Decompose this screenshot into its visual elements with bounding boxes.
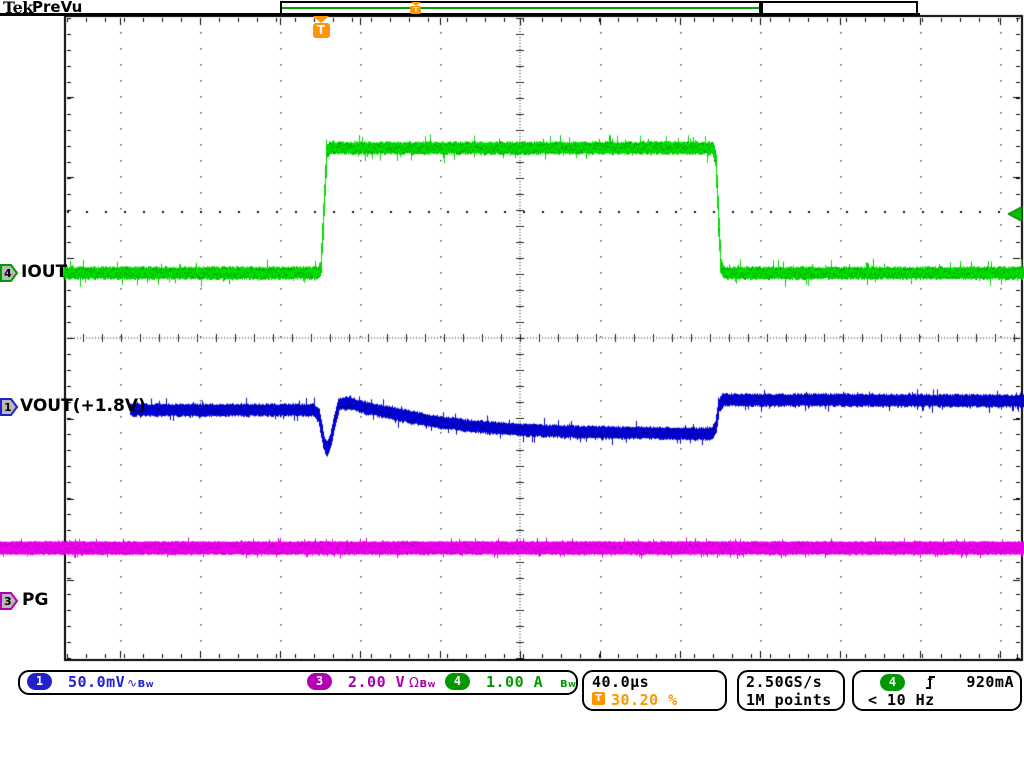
trigger-readout-box[interactable]: 4 920mA < 10 Hz [852,670,1022,711]
channel-1-position-marker-icon[interactable]: 1 [0,398,19,416]
channel-1-badge[interactable]: 1 [27,673,52,690]
trigger-arrow-icon [313,16,329,23]
svg-text:4: 4 [4,267,12,280]
trigger-position-marker-icon[interactable]: T [312,16,330,38]
bandwidth-limit-icon: BW [138,673,154,691]
bandwidth-limit-icon: BW [419,673,435,691]
channel-3-scale: 2.00 V [348,673,405,691]
trigger-source-badge: 4 [880,674,905,691]
waveform-graticule-canvas [0,0,1024,768]
trigger-t-icon: T [313,23,330,38]
channel-4-scale: 1.00 A [486,673,543,691]
trace-label-pg: PG [22,590,48,610]
svg-text:1: 1 [4,401,12,414]
record-trigger-marker-icon[interactable]: T [410,2,422,14]
channel-1-scale: 50.0mV [68,673,125,691]
channel-4-badge[interactable]: 4 [445,673,470,690]
trigger-t-icon: T [592,692,605,705]
ac-coupling-icon: ∿ [127,676,138,690]
sample-rate-readout: 2.50GS/s [746,673,822,691]
trigger-coupling-readout: < 10 Hz [868,691,935,709]
trace-label-iout: IOUT [21,262,67,282]
top-bar-underline [0,13,920,16]
oscilloscope-screen: Tek PreVu T T 4 1 3 IOUT VOUT(+1.8V) PG … [0,0,1024,768]
trigger-level-readout: 920mA [966,673,1014,691]
channel-4-position-marker-icon[interactable]: 4 [0,264,19,282]
trigger-position-readout: 30.20 % [611,691,678,709]
impedance-ohm-icon: Ω [409,676,419,691]
record-length-readout: 1M points [746,691,832,709]
channel-3-position-marker-icon[interactable]: 3 [0,592,19,610]
horizontal-readout-box[interactable]: 40.0µs T 30.20 % [582,670,727,711]
bandwidth-limit-icon: BW [560,673,576,691]
record-trace-line [282,7,759,9]
trace-label-vout: VOUT(+1.8V) [20,396,146,416]
timebase-readout: 40.0µs [592,673,649,691]
rising-edge-icon [924,674,938,690]
acquisition-readout-box[interactable]: 2.50GS/s 1M points [737,670,845,711]
channel-3-badge[interactable]: 3 [307,673,332,690]
trigger-t-icon: T [410,6,421,14]
channel-scale-readout-box[interactable]: 1 50.0mV ∿BW 3 2.00 V ΩBW 4 1.00 A BW [18,670,578,695]
svg-text:3: 3 [4,595,12,608]
